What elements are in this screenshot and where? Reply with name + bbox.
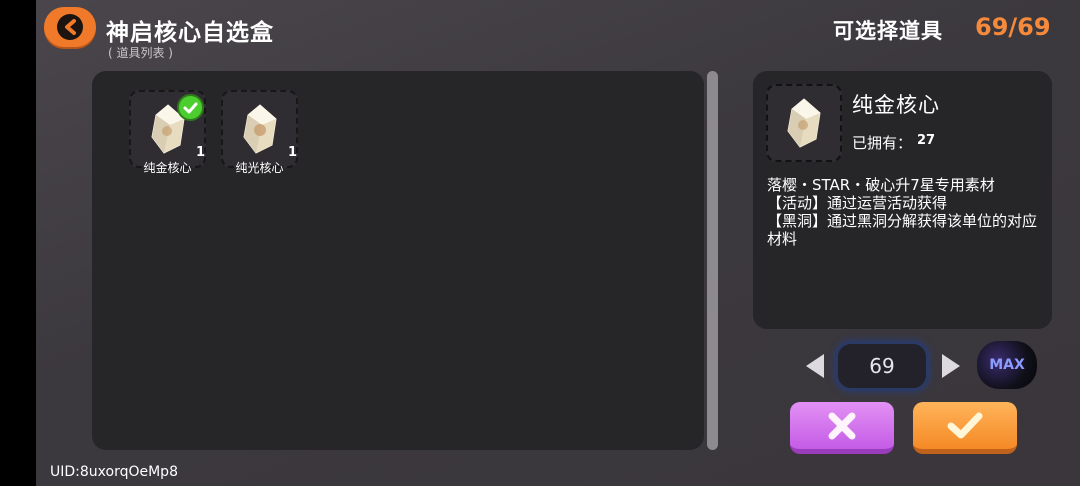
owned-count-label: 已拥有： — [852, 134, 913, 152]
item-quantity: 1 — [195, 145, 205, 160]
item-description: 落樱・STAR・破心升7星专用素材 【活动】通过运营活动获得 【黑洞】通过黑洞分… — [767, 176, 1038, 248]
detail-item-slot — [766, 84, 842, 162]
confirm-button[interactable] — [913, 402, 1017, 454]
cancel-button[interactable] — [790, 402, 894, 454]
item-list-scrollbar[interactable] — [707, 71, 718, 450]
item-card-pure-light-core[interactable]: 1 纯光核心 — [221, 90, 301, 178]
page-title: 神启核心自选盒 — [106, 20, 274, 46]
checkmark-icon — [947, 412, 983, 438]
selectable-count-label: 可选择道具 — [833, 19, 943, 43]
item-name: 纯光核心 — [235, 161, 284, 175]
back-button[interactable] — [44, 7, 96, 47]
selected-checkmark-icon — [177, 94, 204, 121]
item-quantity: 1 — [287, 145, 297, 160]
back-arrow-icon — [57, 14, 83, 40]
owned-count-value: 27 — [917, 133, 936, 148]
detail-item-name: 纯金核心 — [852, 93, 940, 117]
page-subtitle: ( 道具列表 ) — [108, 46, 173, 60]
user-id: UID:8uxorqOeMp8 — [50, 464, 178, 480]
item-name: 纯金核心 — [143, 161, 192, 175]
item-card-pure-gold-core[interactable]: 1 纯金核心 — [129, 90, 209, 178]
crystal-icon — [242, 104, 277, 154]
quantity-input[interactable]: 69 — [835, 341, 929, 391]
close-icon — [828, 412, 856, 439]
increase-quantity-button[interactable] — [942, 354, 960, 378]
selectable-count-value: 69/69 — [975, 13, 1051, 41]
decrease-quantity-button[interactable] — [806, 354, 824, 378]
screen-edge — [0, 0, 36, 486]
crystal-icon — [787, 98, 821, 148]
max-quantity-button[interactable]: MAX — [977, 341, 1037, 389]
item-slot — [221, 90, 298, 168]
